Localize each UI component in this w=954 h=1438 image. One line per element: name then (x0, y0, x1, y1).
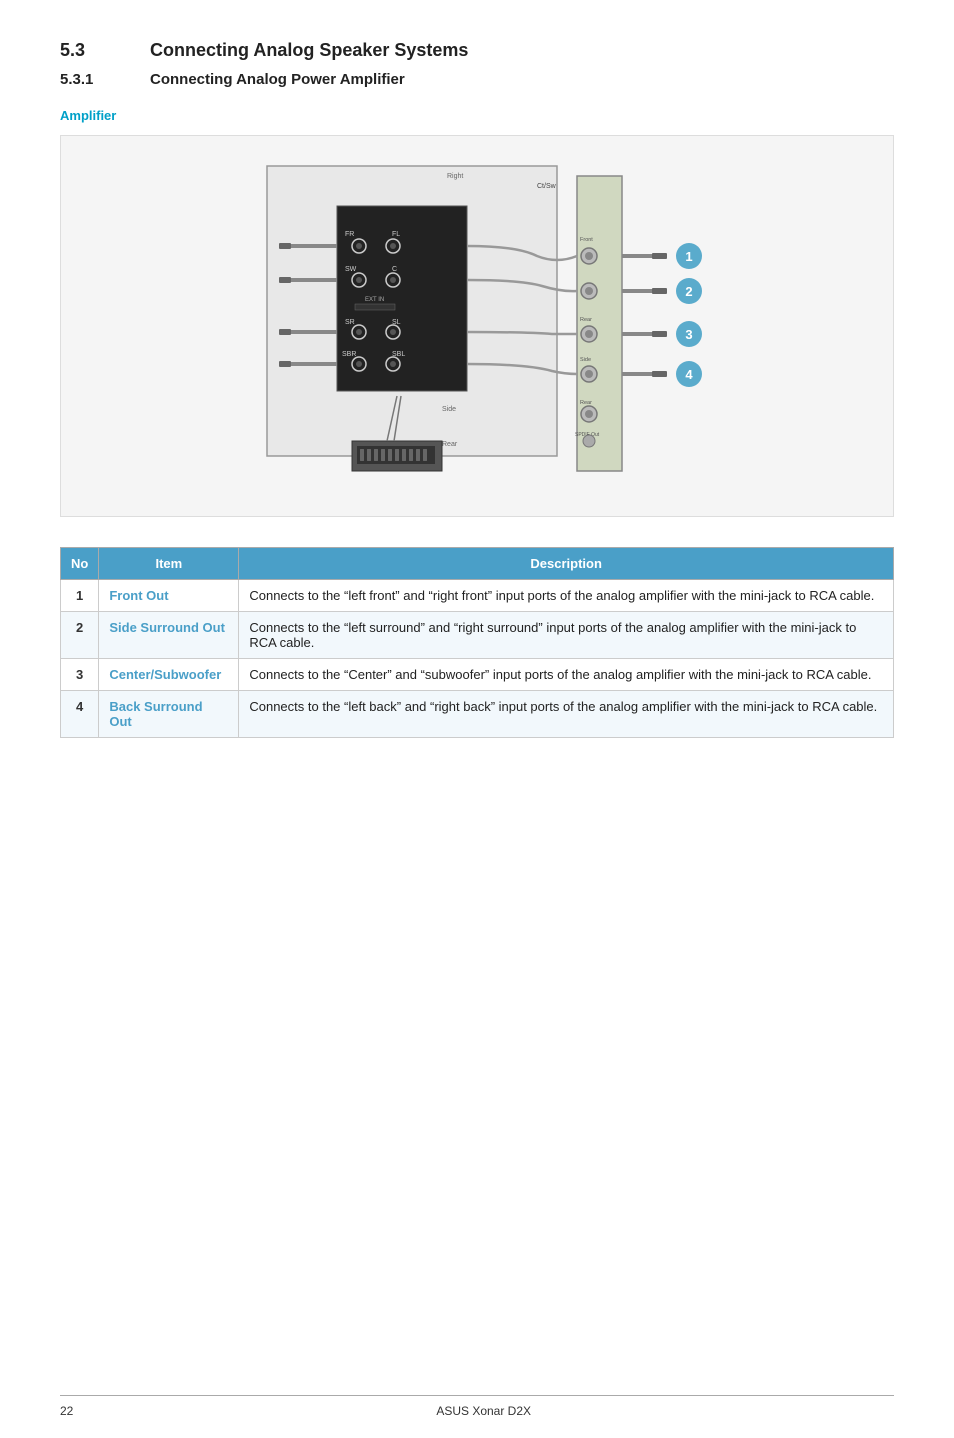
svg-text:EXT IN: EXT IN (365, 297, 384, 303)
amplifier-diagram: FR FL SW C EXT IN SR SL SBR SBL (197, 156, 757, 496)
svg-text:2: 2 (685, 284, 692, 299)
subsection-header: 5.3.1 Connecting Analog Power Amplifier (60, 71, 894, 88)
svg-text:Right: Right (447, 173, 463, 180)
svg-text:4: 4 (685, 367, 693, 382)
svg-text:SBR: SBR (342, 351, 356, 358)
table-row: 4Back Surround OutConnects to the “left … (61, 691, 894, 738)
svg-text:1: 1 (685, 249, 692, 264)
diagram-container: FR FL SW C EXT IN SR SL SBR SBL (60, 135, 894, 517)
col-header-no: No (61, 548, 99, 580)
table-header-row: No Item Description (61, 548, 894, 580)
cell-no: 4 (61, 691, 99, 738)
svg-text:FR: FR (345, 231, 354, 238)
cell-item: Center/Subwoofer (99, 659, 239, 691)
table-row: 3Center/SubwooferConnects to the “Center… (61, 659, 894, 691)
cell-item: Side Surround Out (99, 612, 239, 659)
table-row: 2Side Surround OutConnects to the “left … (61, 612, 894, 659)
subsection-number: 5.3.1 (60, 71, 120, 88)
amplifier-label: Amplifier (60, 108, 894, 123)
svg-text:Side: Side (442, 406, 456, 413)
section-number: 5.3 (60, 40, 120, 61)
cell-no: 1 (61, 580, 99, 612)
svg-text:Rear: Rear (580, 317, 592, 323)
section-header: 5.3 Connecting Analog Speaker Systems (60, 40, 894, 61)
svg-text:SW: SW (345, 266, 357, 273)
cell-item: Front Out (99, 580, 239, 612)
svg-text:Rear: Rear (580, 400, 592, 406)
info-table: No Item Description 1Front OutConnects t… (60, 547, 894, 738)
svg-text:Rear: Rear (442, 441, 458, 448)
svg-text:FL: FL (392, 231, 400, 238)
section-title: Connecting Analog Speaker Systems (150, 40, 468, 61)
svg-text:3: 3 (685, 327, 692, 342)
svg-text:Front: Front (580, 237, 593, 243)
svg-text:SR: SR (345, 319, 355, 326)
svg-text:C: C (392, 266, 397, 273)
subsection-title: Connecting Analog Power Amplifier (150, 71, 405, 88)
svg-text:Ct/Sw: Ct/Sw (537, 183, 557, 190)
cell-description: Connects to the “left surround” and “rig… (239, 612, 894, 659)
cell-no: 3 (61, 659, 99, 691)
footer-page-number: 22 (60, 1404, 73, 1418)
table-row: 1Front OutConnects to the “left front” a… (61, 580, 894, 612)
col-header-item: Item (99, 548, 239, 580)
col-header-description: Description (239, 548, 894, 580)
cell-description: Connects to the “left back” and “right b… (239, 691, 894, 738)
footer-product-name: ASUS Xonar D2X (436, 1404, 531, 1418)
cell-item: Back Surround Out (99, 691, 239, 738)
cell-description: Connects to the “Center” and “subwoofer”… (239, 659, 894, 691)
svg-text:Side: Side (580, 357, 591, 363)
cell-description: Connects to the “left front” and “right … (239, 580, 894, 612)
cell-no: 2 (61, 612, 99, 659)
footer-bar: 22 ASUS Xonar D2X (60, 1395, 894, 1418)
